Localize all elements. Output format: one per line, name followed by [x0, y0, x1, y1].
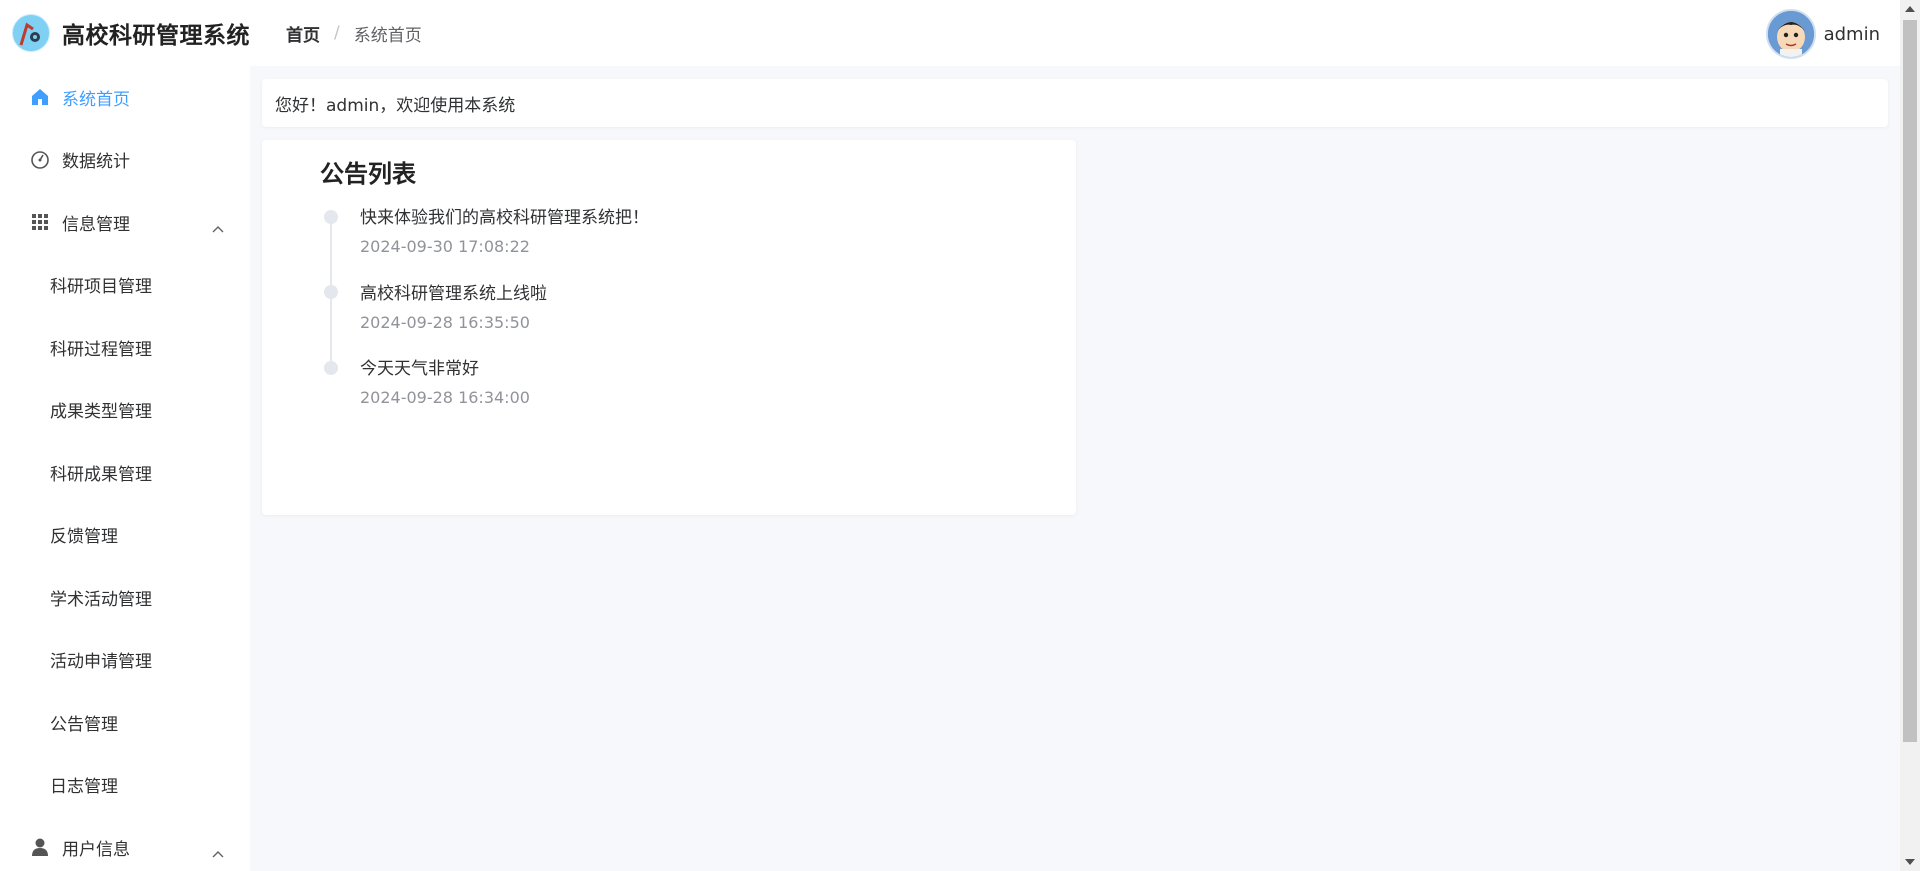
- sidebar-item-label: 反馈管理: [50, 527, 118, 548]
- chevron-up-icon[interactable]: [212, 218, 224, 238]
- timeline-item-content: 今天天气非常好 2024-09-28 16:34:00: [360, 357, 530, 409]
- app-root: 高校科研管理系统 首页 / 系统首页 admin 系统首页 数据统计 信息管理 …: [0, 0, 1920, 871]
- notice-time: 2024-09-28 16:35:50: [360, 313, 530, 332]
- breadcrumb: 首页 / 系统首页: [286, 21, 422, 46]
- sidebar-item-label: 数据统计: [62, 152, 130, 173]
- sidebar-item-label: 系统首页: [62, 89, 130, 110]
- breadcrumb-current: 系统首页: [353, 25, 422, 46]
- notice-text: 快来体验我们的高校科研管理系统把！: [360, 208, 649, 228]
- timeline-dot: [324, 210, 338, 224]
- timeline-item-content: 快来体验我们的高校科研管理系统把！ 2024-09-30 17:08:22: [360, 206, 649, 258]
- sidebar-item-label: 科研过程管理: [50, 339, 152, 360]
- sidebar-item-label: 学术活动管理: [50, 589, 152, 610]
- breadcrumb-separator: /: [334, 23, 340, 43]
- home-icon: [30, 87, 50, 107]
- sidebar-item-label: 公告管理: [50, 714, 118, 735]
- sidebar: 系统首页 数据统计 信息管理 科研项目管理 科研过程管理 成果类型管理 科研成果…: [0, 66, 250, 871]
- top-header: 高校科研管理系统 首页 / 系统首页 admin: [0, 0, 1900, 66]
- timeline-dot: [324, 361, 338, 375]
- username[interactable]: admin: [1824, 24, 1880, 45]
- sidebar-item-academic-activities[interactable]: 学术活动管理: [0, 566, 250, 629]
- sidebar-item-label: 用户信息: [62, 839, 130, 860]
- sidebar-item-activity-applications[interactable]: 活动申请管理: [0, 629, 250, 692]
- sidebar-item-feedback[interactable]: 反馈管理: [0, 504, 250, 567]
- scrollbar-thumb[interactable]: [1903, 20, 1917, 742]
- sidebar-item-research-results[interactable]: 科研成果管理: [0, 441, 250, 504]
- sidebar-item-research-projects[interactable]: 科研项目管理: [0, 254, 250, 317]
- user-icon: [30, 837, 50, 857]
- notice-text: 今天天气非常好: [360, 359, 479, 379]
- notice-text: 高校科研管理系统上线啦: [360, 284, 547, 304]
- sidebar-item-user-info[interactable]: 用户信息: [0, 816, 250, 871]
- timeline-item-content: 高校科研管理系统上线啦 2024-09-28 16:35:50: [360, 282, 547, 334]
- notice-time: 2024-09-30 17:08:22: [360, 237, 530, 256]
- sidebar-item-label: 日志管理: [50, 777, 118, 798]
- sidebar-item-info-management[interactable]: 信息管理: [0, 191, 250, 254]
- sidebar-item-home[interactable]: 系统首页: [0, 66, 250, 129]
- app-title: 高校科研管理系统: [62, 23, 250, 49]
- sidebar-item-logs[interactable]: 日志管理: [0, 754, 250, 817]
- sidebar-item-label: 活动申请管理: [50, 652, 152, 673]
- sidebar-item-statistics[interactable]: 数据统计: [0, 129, 250, 192]
- user-menu[interactable]: admin: [1765, 9, 1880, 59]
- welcome-message: 您好！admin，欢迎使用本系统: [262, 79, 1888, 127]
- page-scrollbar[interactable]: [1900, 0, 1920, 871]
- timeline-dot: [324, 285, 338, 299]
- grid-icon: [30, 212, 50, 232]
- sidebar-item-result-types[interactable]: 成果类型管理: [0, 379, 250, 442]
- notice-title: 公告列表: [320, 160, 416, 188]
- avatar[interactable]: [1765, 9, 1816, 59]
- sidebar-item-label: 科研项目管理: [50, 277, 152, 298]
- sidebar-item-label: 信息管理: [62, 214, 130, 235]
- app-logo: [12, 14, 50, 52]
- notice-card: 公告列表 快来体验我们的高校科研管理系统把！ 2024-09-30 17:08:…: [262, 140, 1076, 515]
- chevron-up-icon[interactable]: [212, 843, 224, 863]
- gauge-icon: [30, 150, 50, 170]
- sidebar-item-label: 科研成果管理: [50, 464, 152, 485]
- scroll-up-arrow-icon[interactable]: [1905, 6, 1915, 12]
- sidebar-item-label: 成果类型管理: [50, 402, 152, 423]
- scroll-down-arrow-icon[interactable]: [1905, 859, 1915, 865]
- sidebar-item-research-process[interactable]: 科研过程管理: [0, 316, 250, 379]
- sidebar-item-announcements[interactable]: 公告管理: [0, 691, 250, 754]
- breadcrumb-home-link[interactable]: 首页: [286, 21, 320, 46]
- notice-time: 2024-09-28 16:34:00: [360, 388, 530, 407]
